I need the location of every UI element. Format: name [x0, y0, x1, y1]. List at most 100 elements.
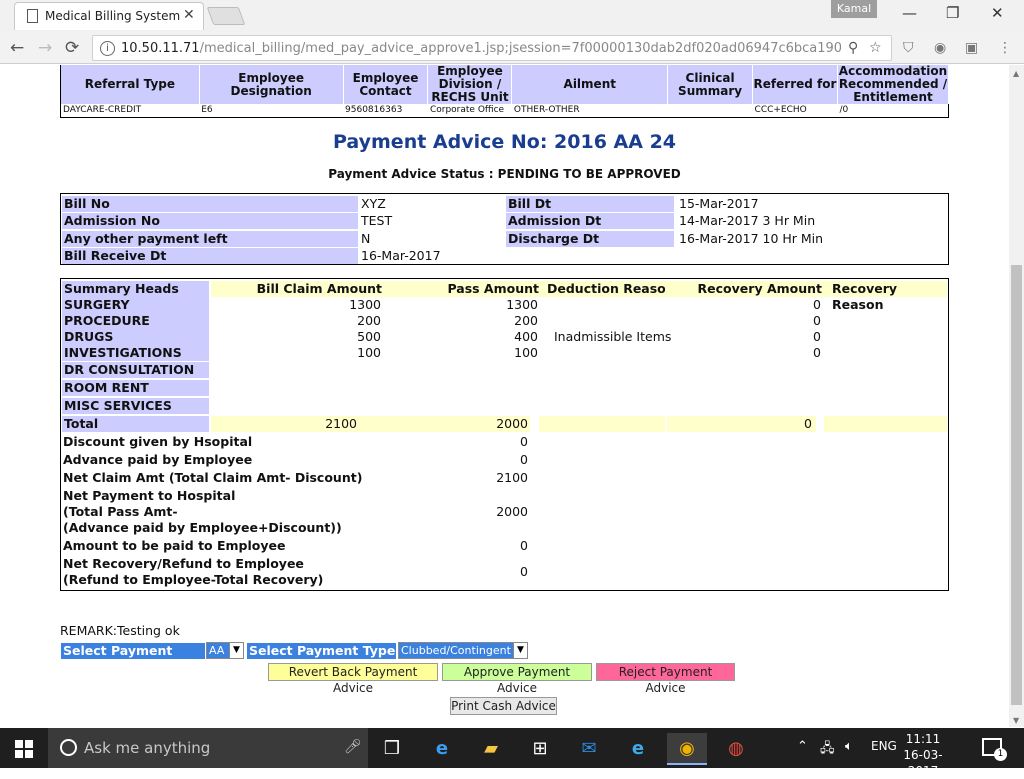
bill-claim-header: Bill Claim Amount [256, 281, 382, 296]
admission-dt-value: 14-Mar-2017 3 Hr Min [679, 213, 816, 228]
row-head-investigations: INVESTIGATIONS [62, 345, 209, 361]
ailment-cell: OTHER-OTHER [513, 105, 580, 116]
advance-value: 0 [520, 452, 528, 467]
referral-data-row: DAYCARE-CREDIT E6 9560816363 Corporate O… [61, 104, 949, 117]
tray-chevron-icon[interactable]: ⌃ [797, 739, 808, 754]
edge-browser-icon[interactable]: e [422, 733, 462, 765]
file-explorer-icon[interactable]: ▰ [471, 733, 511, 765]
approve-button[interactable]: Approve Payment Advice [442, 663, 592, 695]
net-claim-label: Net Claim Amt (Total Claim Amt- Discount… [63, 470, 363, 485]
zoom-icon[interactable]: ⚲ [848, 40, 858, 56]
recovery-reason-header: Recovery Reason [832, 281, 898, 312]
taskbar-search[interactable]: Ask me anything 🎤︎ [48, 728, 368, 768]
revert-back-button[interactable]: Revert Back Payment Advice [268, 663, 438, 695]
microphone-icon[interactable]: 🎤︎ [344, 739, 362, 755]
browser-tab[interactable]: Medical Billing System ✕ [14, 2, 204, 30]
pass-amount-header: Pass Amount [447, 281, 539, 296]
page-content: Referral Type Employee Designation Emplo… [0, 65, 1009, 727]
back-button[interactable]: ← [10, 38, 24, 58]
scroll-down-icon[interactable]: ▼ [1013, 716, 1019, 725]
new-tab-button[interactable] [206, 7, 246, 25]
total-pass: 2000 [496, 416, 528, 431]
screenshot-extension-icon[interactable]: ▣ [965, 40, 978, 56]
scroll-up-icon[interactable]: ▲ [1013, 69, 1019, 78]
url-host: 10.50.11.71 [121, 41, 200, 56]
restore-button[interactable]: ❐ [946, 4, 959, 22]
total-deduction-bg [539, 416, 665, 432]
row-head-misc-services: MISC SERVICES [62, 398, 209, 414]
url-text[interactable]: 10.50.11.71/medical_billing/med_pay_advi… [121, 41, 841, 56]
task-view-icon[interactable]: ❒ [372, 733, 412, 765]
chrome-icon[interactable]: ◉ [667, 733, 707, 765]
forward-button[interactable]: → [38, 38, 52, 58]
ailment-header: Ailment [511, 65, 669, 104]
remark-text: REMARK:Testing ok [60, 623, 180, 638]
employee-contact-header: Employee Contact [343, 65, 429, 104]
procedure-pass: 200 [514, 313, 538, 328]
notification-center-icon[interactable]: 1 [982, 738, 1007, 761]
reload-button[interactable]: ⟳ [65, 38, 79, 58]
bill-no-label: Bill No [62, 196, 358, 212]
payment-unit-select[interactable]: AA ▼ [206, 642, 244, 659]
surgery-pass: 1300 [506, 297, 538, 312]
row-head-room-rent: ROOM RENT [62, 380, 209, 396]
taskbar: Ask me anything 🎤︎ ❒ e ▰ ⊞ ✉ e ◉ ◍ ⌃ 🖧︎ … [0, 728, 1024, 778]
discharge-dt-label: Discharge Dt [506, 231, 674, 247]
referral-type-header: Referral Type [60, 65, 200, 104]
page-scrollbar[interactable]: ▲ ▼ [1009, 65, 1024, 727]
net-recovery-label-2: (Refund to Employee-Total Recovery) [63, 572, 324, 587]
payment-type-select[interactable]: Clubbed/Contingent ▼ [398, 642, 528, 659]
minimize-button[interactable]: — [902, 4, 917, 22]
tab-close-icon[interactable]: ✕ [183, 7, 195, 23]
print-cash-advice-button[interactable]: Print Cash Advice [450, 697, 557, 715]
bill-dt-label: Bill Dt [506, 196, 674, 212]
drugs-pass: 400 [514, 329, 538, 344]
accommodation-cell: /0 [839, 105, 849, 116]
address-bar[interactable]: i 10.50.11.71/medical_billing/med_pay_ad… [92, 35, 892, 61]
clinical-summary-header: Clinical Summary [667, 65, 754, 104]
clock-time: 11:11 [905, 732, 941, 746]
store-icon[interactable]: ⊞ [520, 733, 560, 765]
scrollbar-thumb[interactable] [1011, 265, 1022, 705]
opera-icon[interactable]: ◍ [716, 733, 756, 765]
net-payment-label-2: (Total Pass Amt- [63, 504, 178, 519]
division-cell: Corporate Office [429, 105, 505, 116]
clinical-summary-cell [668, 104, 753, 117]
reject-button[interactable]: Reject Payment Advice [596, 663, 735, 695]
other-payment-value: N [361, 231, 371, 246]
shield-extension-icon[interactable]: ⛉ [903, 40, 914, 56]
net-recovery-value: 0 [520, 564, 528, 579]
bill-details-box: Bill No XYZ Bill Dt 15-Mar-2017 Admissio… [60, 193, 949, 265]
menu-icon[interactable]: ⋮ [998, 40, 1012, 56]
discharge-dt-value: 16-Mar-2017 10 Hr Min [679, 231, 824, 246]
procedure-recovery: 0 [813, 313, 821, 328]
investigations-claim: 100 [357, 345, 381, 360]
total-recovery-reason-bg [824, 416, 947, 432]
clock[interactable]: 11:11 16-03-2017 [900, 731, 946, 779]
referred-for-cell: CCC+ECHO [754, 105, 807, 116]
referred-for-header: Referred for [752, 65, 838, 104]
procedure-claim: 200 [357, 313, 381, 328]
drugs-claim: 500 [357, 329, 381, 344]
internet-explorer-icon[interactable]: e [618, 733, 658, 765]
volume-icon[interactable]: 🔈︎ [845, 739, 853, 754]
total-label: Total [62, 416, 209, 432]
net-payment-label-1: Net Payment to Hospital [63, 488, 236, 503]
camera-extension-icon[interactable]: ◉ [934, 40, 946, 56]
row-head-drugs: DRUGS [62, 329, 209, 345]
info-icon[interactable]: i [100, 41, 115, 56]
browser-titlebar: Medical Billing System ✕ Kamal — ❐ ✕ [0, 0, 1024, 32]
outlook-icon[interactable]: ✉ [569, 733, 609, 765]
language-indicator[interactable]: ENG [871, 739, 897, 753]
bookmark-star-icon[interactable]: ☆ [869, 40, 882, 56]
search-placeholder: Ask me anything [84, 739, 211, 757]
user-profile-badge[interactable]: Kamal [831, 0, 877, 18]
close-window-button[interactable]: ✕ [991, 4, 1004, 22]
windows-start-icon[interactable] [15, 740, 33, 758]
bill-dt-value: 15-Mar-2017 [679, 196, 759, 211]
net-claim-value: 2100 [496, 470, 528, 485]
network-icon[interactable]: 🖧︎ [820, 739, 835, 761]
url-path: /medical_billing/med_pay_advice_approve1… [199, 41, 841, 56]
recovery-amount-header: Recovery Amount [697, 281, 822, 296]
total-recovery: 0 [804, 416, 812, 431]
